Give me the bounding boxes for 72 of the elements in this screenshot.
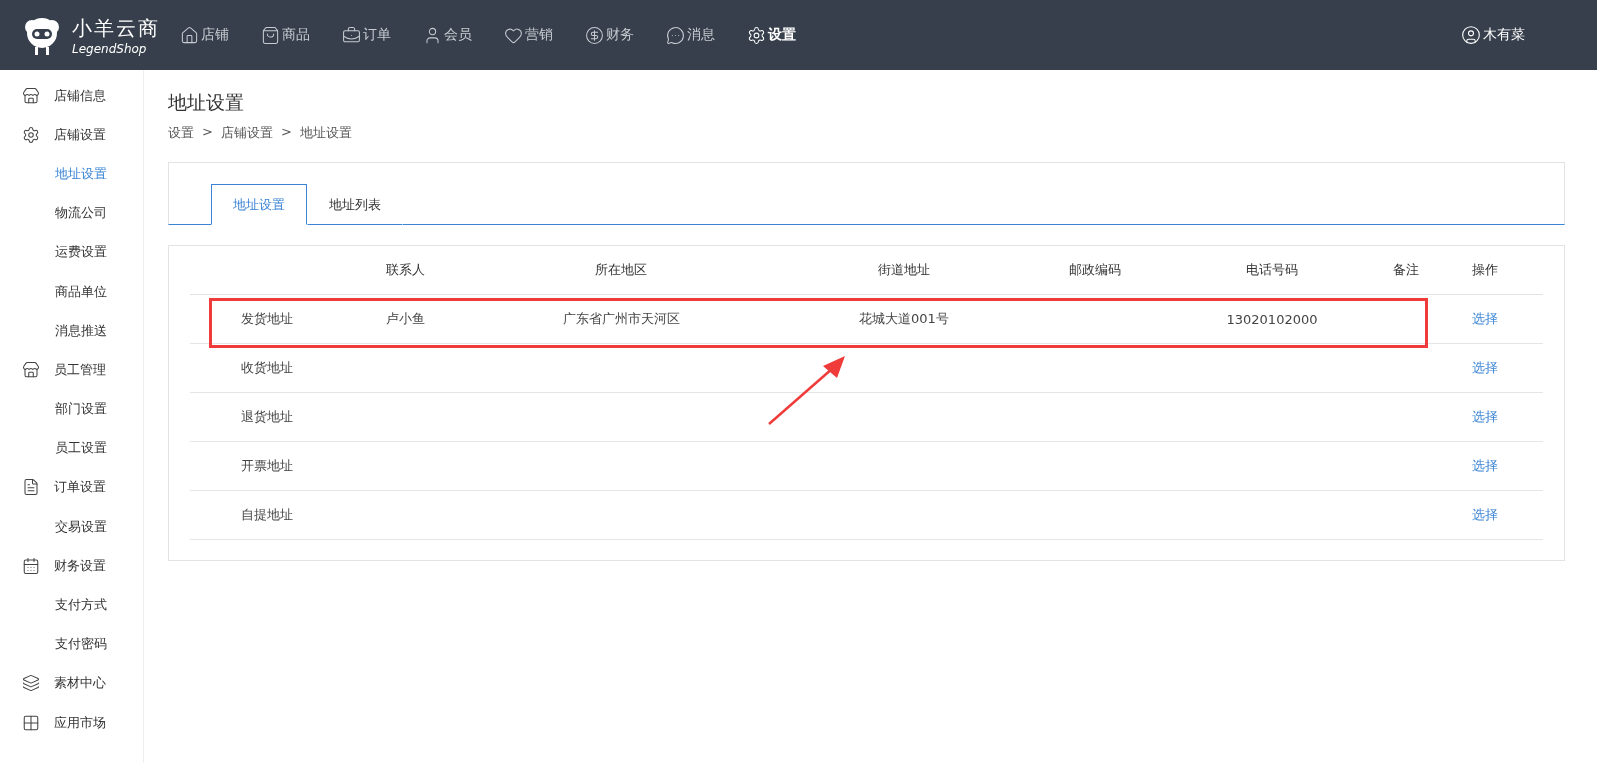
breadcrumb-separator: > xyxy=(280,124,292,141)
tab[interactable]: 地址设置 xyxy=(211,184,307,225)
table-cell-text: 发货地址 xyxy=(240,310,294,328)
column-header: 邮政编码 xyxy=(1068,261,1122,279)
sidebar-subitem[interactable]: 商品单位 xyxy=(0,271,143,312)
select-link[interactable]: 选择 xyxy=(1471,457,1498,475)
column-header: 备注 xyxy=(1392,261,1420,279)
briefcase-icon xyxy=(342,25,361,45)
column-header: 电话号码 xyxy=(1245,261,1299,279)
nav-item[interactable]: 营销 xyxy=(504,25,553,45)
column-header: 联系人 xyxy=(384,261,426,279)
brand-name: 小羊云商 xyxy=(72,14,160,42)
sidebar-item[interactable]: 财务设置 xyxy=(0,546,143,586)
chat-icon xyxy=(666,25,685,45)
user-icon xyxy=(1461,25,1481,45)
settings-icon xyxy=(22,125,40,144)
sidebar-subitem[interactable]: 运费设置 xyxy=(0,232,143,272)
breadcrumb-item[interactable]: 店铺设置 xyxy=(220,124,273,142)
sidebar-item[interactable]: 员工管理 xyxy=(0,350,143,390)
select-link[interactable]: 选择 xyxy=(1471,408,1498,426)
sidebar-item[interactable]: 店铺信息 xyxy=(0,76,143,116)
column-header: 操作 xyxy=(1470,261,1499,279)
sidebar-item[interactable]: 应用市场 xyxy=(0,703,143,743)
sidebar-subitem[interactable]: 消息推送 xyxy=(0,311,143,351)
breadcrumb-item[interactable]: 设置 xyxy=(168,124,194,142)
breadcrumb-item: 地址设置 xyxy=(299,124,352,142)
sidebar-subitem[interactable]: 员工设置 xyxy=(0,428,143,468)
store-icon xyxy=(22,86,40,105)
nav-item[interactable]: 消息 xyxy=(666,25,715,45)
table-cell-text: 花城大道001号 xyxy=(858,310,950,328)
column-header: 街道地址 xyxy=(877,261,931,279)
sidebar-subitem[interactable]: 地址设置 xyxy=(0,154,143,194)
table-cell-text: 收货地址 xyxy=(240,359,294,377)
column-header: 所在地区 xyxy=(594,261,648,279)
sidebar-item[interactable]: 素材中心 xyxy=(0,663,143,703)
heart-icon xyxy=(504,25,523,45)
table-cell-text: 自提地址 xyxy=(240,506,294,524)
sidebar-item[interactable]: 订单设置 xyxy=(0,467,143,508)
grid-icon xyxy=(22,713,40,732)
sidebar-subitem[interactable]: 支付方式 xyxy=(0,585,143,625)
table-cell-text: 退货地址 xyxy=(240,408,294,426)
table-cell-text: 开票地址 xyxy=(240,457,294,475)
settings-icon xyxy=(747,25,766,45)
table-cell-text: 广东省广州市天河区 xyxy=(561,310,681,328)
table-cell-text: 13020102000 xyxy=(1225,311,1319,327)
sidebar-subitem[interactable]: 交易设置 xyxy=(0,507,143,547)
store-icon xyxy=(22,360,40,379)
user-menu[interactable]: 木有菜 xyxy=(1461,25,1525,45)
brand-subtitle: LegendShop xyxy=(72,41,148,56)
nav-item[interactable]: 订单 xyxy=(342,25,391,45)
table-cell-text: 卢小鱼 xyxy=(384,310,426,328)
sidebar-subitem[interactable]: 部门设置 xyxy=(0,389,143,429)
sidebar-subitem[interactable]: 物流公司 xyxy=(0,193,143,233)
page-title: 地址设置 xyxy=(168,90,245,115)
nav-item[interactable]: 设置 xyxy=(747,25,796,45)
bag-icon xyxy=(261,25,280,45)
nav-item[interactable]: 会员 xyxy=(423,25,472,45)
calendar-icon xyxy=(22,556,40,575)
select-link[interactable]: 选择 xyxy=(1471,506,1498,524)
coin-icon xyxy=(585,25,604,45)
sidebar-item[interactable]: 店铺设置 xyxy=(0,115,143,155)
user-icon xyxy=(423,25,442,45)
home-icon xyxy=(180,25,199,45)
select-link[interactable]: 选择 xyxy=(1471,310,1498,328)
nav-item[interactable]: 店铺 xyxy=(180,25,229,45)
select-link[interactable]: 选择 xyxy=(1471,359,1498,377)
nav-item[interactable]: 商品 xyxy=(261,25,310,45)
breadcrumb-separator: > xyxy=(202,124,213,141)
sidebar-subitem[interactable]: 支付密码 xyxy=(0,624,143,664)
nav-item[interactable]: 财务 xyxy=(585,25,634,45)
layers-icon xyxy=(22,674,40,693)
document-icon xyxy=(22,478,40,497)
